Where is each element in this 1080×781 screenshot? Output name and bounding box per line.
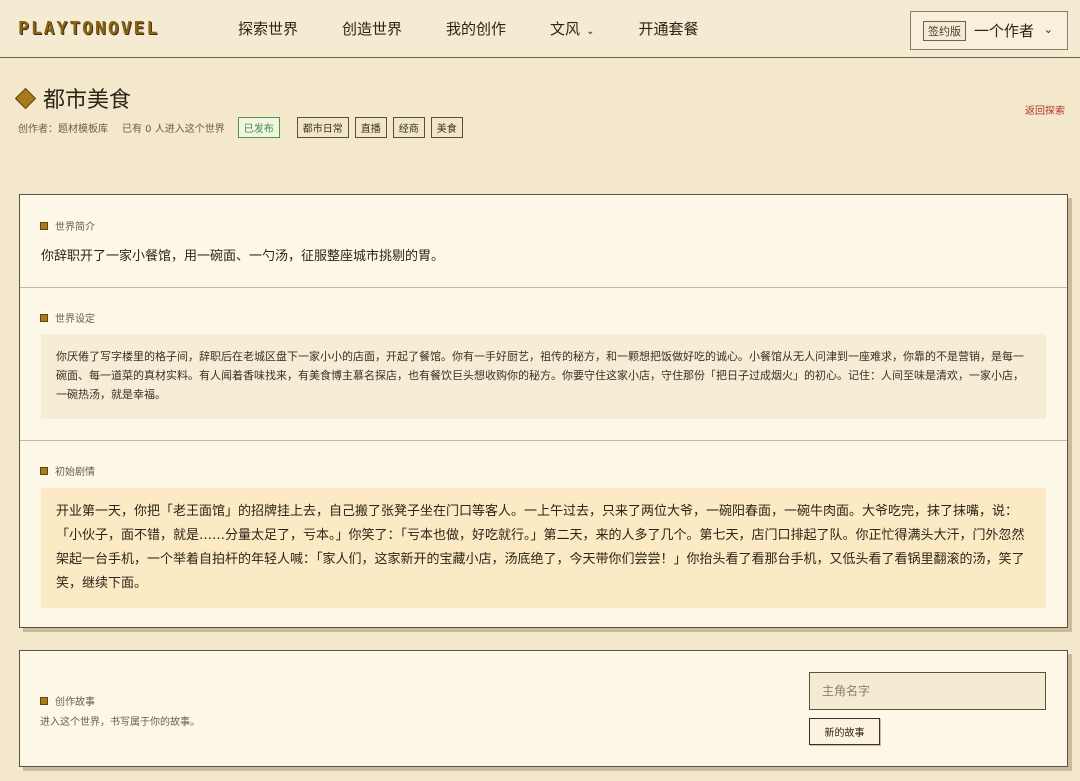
section-label-text: 世界设定 bbox=[55, 314, 95, 325]
nav-my-creations[interactable]: 我的创作 bbox=[446, 0, 506, 58]
create-story-card: 创作故事 进入这个世界，书写属于你的故事。 新的故事 bbox=[19, 650, 1068, 767]
nav-label: 探索世界 bbox=[238, 20, 299, 38]
section-label: 世界设定 bbox=[40, 310, 95, 325]
user-name: 一个作者 bbox=[974, 22, 1035, 40]
nav-create-world[interactable]: 创造世界 bbox=[342, 0, 402, 58]
square-icon bbox=[40, 466, 48, 475]
tag: 直播 bbox=[354, 116, 387, 138]
section-label: 初始剧情 bbox=[40, 463, 95, 478]
intro-text: 你辞职开了一家小餐馆，用一碗面、一勺汤，征服整座城市挑剔的胃。 bbox=[41, 249, 445, 264]
square-icon bbox=[40, 221, 48, 230]
main-nav: 探索世界 创造世界 我的创作 文风 ⌄ 开通套餐 bbox=[238, 0, 742, 58]
plan-badge: 签约版 bbox=[923, 20, 966, 41]
logo[interactable]: PLAYTONOVEL bbox=[18, 18, 159, 39]
section-label: 世界简介 bbox=[40, 218, 95, 233]
square-icon bbox=[40, 696, 48, 705]
plot-section: 初始剧情 开业第一天，你把「老王面馆」的招牌挂上去，自己搬了张凳子坐在门口等客人… bbox=[20, 440, 1067, 628]
world-meta: 创作者：题材模板库 已有 0 人进入这个世界 已发布 都市日常 直播 经商 美食 bbox=[18, 116, 469, 138]
nav-label: 文风 bbox=[550, 20, 581, 38]
nav-label: 开通套餐 bbox=[638, 20, 699, 38]
nav-subscribe[interactable]: 开通套餐 bbox=[638, 0, 698, 58]
new-story-button[interactable]: 新的故事 bbox=[809, 718, 880, 745]
nav-explore-world[interactable]: 探索世界 bbox=[238, 0, 298, 58]
chevron-down-icon: ⌄ bbox=[586, 26, 595, 37]
section-label-text: 创作故事 bbox=[55, 697, 95, 708]
nav-label: 创造世界 bbox=[342, 20, 403, 38]
world-header: 都市美食 bbox=[14, 82, 131, 114]
page-title: 都市美食 bbox=[43, 88, 132, 113]
world-detail-card: 世界简介 你辞职开了一家小餐馆，用一碗面、一勺汤，征服整座城市挑剔的胃。 世界设… bbox=[19, 194, 1068, 628]
entered-count: 已有 0 人进入这个世界 bbox=[122, 123, 225, 135]
nav-writing-style[interactable]: 文风 ⌄ bbox=[550, 0, 594, 58]
square-icon bbox=[40, 313, 48, 322]
tag-list: 都市日常 直播 经商 美食 bbox=[296, 116, 469, 138]
create-hint: 进入这个世界，书写属于你的故事。 bbox=[40, 717, 200, 728]
section-label-text: 世界简介 bbox=[55, 222, 95, 233]
return-explore-link[interactable]: 返回探索 bbox=[1025, 102, 1065, 117]
status-badge: 已发布 bbox=[237, 116, 280, 138]
creator-text: 创作者：题材模板库 bbox=[18, 123, 108, 135]
setting-section: 世界设定 你厌倦了写字楼里的格子间，辞职后在老城区盘下一家小小的店面，开起了餐馆… bbox=[20, 287, 1067, 440]
tag: 都市日常 bbox=[296, 116, 349, 138]
top-navigation-bar: PLAYTONOVEL 探索世界 创造世界 我的创作 文风 ⌄ 开通套餐 签约版 … bbox=[0, 0, 1080, 58]
nav-label: 我的创作 bbox=[446, 20, 507, 38]
intro-section: 世界简介 你辞职开了一家小餐馆，用一碗面、一勺汤，征服整座城市挑剔的胃。 bbox=[20, 195, 1067, 287]
tag: 经商 bbox=[392, 116, 425, 138]
protagonist-name-input[interactable] bbox=[809, 672, 1046, 710]
user-menu[interactable]: 签约版 一个作者 ⌄ bbox=[910, 11, 1068, 50]
section-label-text: 初始剧情 bbox=[55, 467, 95, 478]
plot-text: 开业第一天，你把「老王面馆」的招牌挂上去，自己搬了张凳子坐在门口等客人。一上午过… bbox=[41, 488, 1046, 608]
section-label: 创作故事 bbox=[40, 693, 95, 708]
chevron-down-icon: ⌄ bbox=[1043, 23, 1053, 36]
setting-text: 你厌倦了写字楼里的格子间，辞职后在老城区盘下一家小小的店面，开起了餐馆。你有一手… bbox=[41, 334, 1046, 419]
diamond-icon bbox=[14, 87, 37, 109]
tag: 美食 bbox=[430, 116, 463, 138]
